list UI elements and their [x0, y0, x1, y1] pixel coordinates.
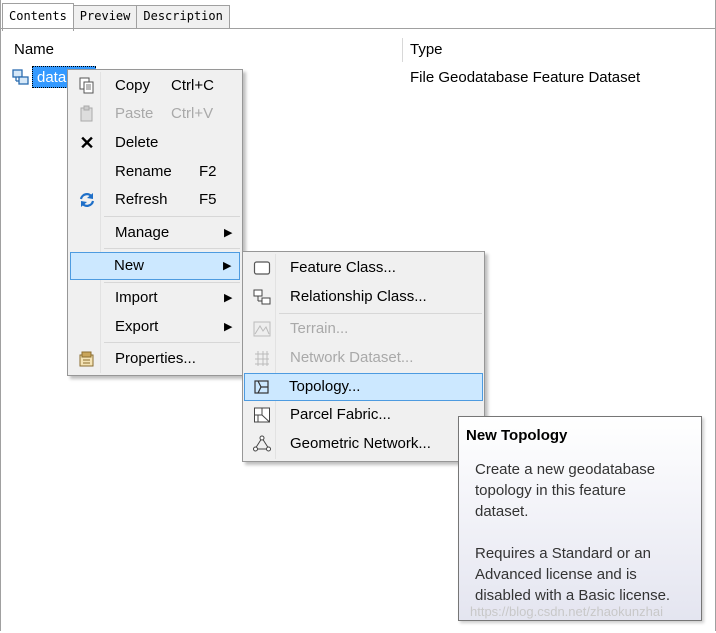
- menu-label-copy: Copy: [115, 77, 151, 94]
- tab-divider: [0, 28, 716, 29]
- menu-item-export[interactable]: Export ▶: [70, 314, 240, 340]
- tooltip-body: Create a new geodatabase topology in thi…: [475, 459, 695, 606]
- tooltip-line: Create a new geodatabase: [475, 461, 656, 478]
- tooltip-line: Requires a Standard or an: [475, 545, 651, 562]
- new-submenu: Feature Class... Relationship Class... T…: [242, 251, 485, 462]
- menu-item-new[interactable]: New ▶: [70, 252, 240, 280]
- submenu-arrow-icon: ▶: [224, 227, 233, 239]
- menu-item-refresh[interactable]: Refresh F5: [70, 187, 240, 213]
- menu-item-properties[interactable]: Properties...: [70, 346, 240, 372]
- properties-icon: [79, 351, 94, 367]
- tooltip: New Topology Create a new geodatabase to…: [458, 416, 702, 621]
- menu-label-rename: Rename: [115, 163, 172, 180]
- geometric-network-icon: [253, 435, 271, 452]
- shortcut-paste: Ctrl+V: [171, 105, 214, 122]
- tab-strip: Contents Preview Description: [2, 3, 230, 31]
- menu-label-delete: Delete: [115, 134, 159, 151]
- tooltip-title: New Topology: [466, 427, 568, 444]
- submenu-label-network-dataset: Network Dataset...: [290, 349, 414, 366]
- menu-label-new: New: [114, 257, 145, 274]
- menu-label-export: Export: [115, 318, 159, 335]
- refresh-icon: [79, 193, 95, 207]
- watermark: https://blog.csdn.net/zhaokunzhai: [470, 604, 663, 619]
- menu-label-import: Import: [115, 289, 158, 306]
- tab-contents[interactable]: Contents: [2, 3, 74, 31]
- submenu-item-geometric-network[interactable]: Geometric Network...: [245, 431, 482, 457]
- tooltip-line: topology in this feature: [475, 482, 626, 499]
- feature-dataset-icon: [12, 69, 29, 85]
- column-separator[interactable]: [402, 38, 403, 62]
- tooltip-line: dataset.: [475, 503, 529, 520]
- parcel-fabric-icon: [254, 407, 270, 423]
- submenu-item-feature-class[interactable]: Feature Class...: [245, 255, 482, 281]
- feature-class-icon: [253, 261, 271, 275]
- submenu-label-terrain: Terrain...: [290, 320, 349, 337]
- paste-icon: [80, 105, 93, 122]
- submenu-arrow-icon: ▶: [224, 321, 233, 333]
- context-menu: Copy Ctrl+C Paste Ctrl+V ✕ Delete Rename…: [67, 69, 243, 376]
- submenu-item-relationship-class[interactable]: Relationship Class...: [245, 284, 482, 310]
- menu-item-paste: Paste Ctrl+V: [70, 101, 240, 127]
- menu-label-manage: Manage: [115, 224, 170, 241]
- menu-item-copy[interactable]: Copy Ctrl+C: [70, 73, 240, 99]
- menu-separator: [279, 313, 482, 314]
- menu-item-manage[interactable]: Manage ▶: [70, 220, 240, 246]
- copy-icon: [79, 77, 94, 94]
- tooltip-line: Advanced license and is: [475, 566, 637, 583]
- terrain-icon: [253, 321, 271, 337]
- submenu-item-topology[interactable]: Topology...: [244, 373, 483, 401]
- menu-separator: [104, 342, 240, 343]
- menu-separator: [104, 216, 240, 217]
- tab-description[interactable]: Description: [136, 5, 230, 29]
- submenu-item-network-dataset: Network Dataset...: [245, 345, 482, 371]
- submenu-arrow-icon: ▶: [223, 260, 232, 272]
- topology-icon: [254, 380, 269, 394]
- shortcut-copy: Ctrl+C: [171, 77, 214, 94]
- menu-item-rename[interactable]: Rename F2: [70, 159, 240, 185]
- submenu-label-parcel-fabric: Parcel Fabric...: [290, 406, 391, 423]
- menu-label-paste: Paste: [115, 105, 154, 122]
- relationship-class-icon: [253, 289, 271, 305]
- shortcut-refresh: F5: [199, 191, 217, 208]
- menu-label-properties: Properties...: [115, 350, 196, 367]
- submenu-item-parcel-fabric[interactable]: Parcel Fabric...: [245, 402, 482, 428]
- menu-separator: [104, 282, 240, 283]
- table-row-type: File Geodatabase Feature Dataset: [410, 69, 641, 86]
- delete-icon: ✕: [79, 133, 95, 153]
- tooltip-line: disabled with a Basic license.: [475, 587, 671, 604]
- menu-label-refresh: Refresh: [115, 191, 168, 208]
- submenu-label-topology: Topology...: [289, 378, 361, 395]
- network-dataset-icon: [255, 351, 269, 366]
- tab-preview[interactable]: Preview: [72, 5, 138, 29]
- shortcut-rename: F2: [199, 163, 217, 180]
- submenu-item-terrain: Terrain...: [245, 316, 482, 342]
- submenu-arrow-icon: ▶: [224, 292, 233, 304]
- submenu-label-geometric-network: Geometric Network...: [290, 435, 431, 452]
- submenu-label-feature-class: Feature Class...: [290, 259, 396, 276]
- menu-item-delete[interactable]: ✕ Delete: [70, 130, 240, 156]
- column-header-name[interactable]: Name: [14, 41, 54, 58]
- submenu-label-relationship-class: Relationship Class...: [290, 288, 427, 305]
- menu-separator: [104, 248, 240, 249]
- menu-item-import[interactable]: Import ▶: [70, 285, 240, 311]
- column-header-type[interactable]: Type: [410, 41, 443, 58]
